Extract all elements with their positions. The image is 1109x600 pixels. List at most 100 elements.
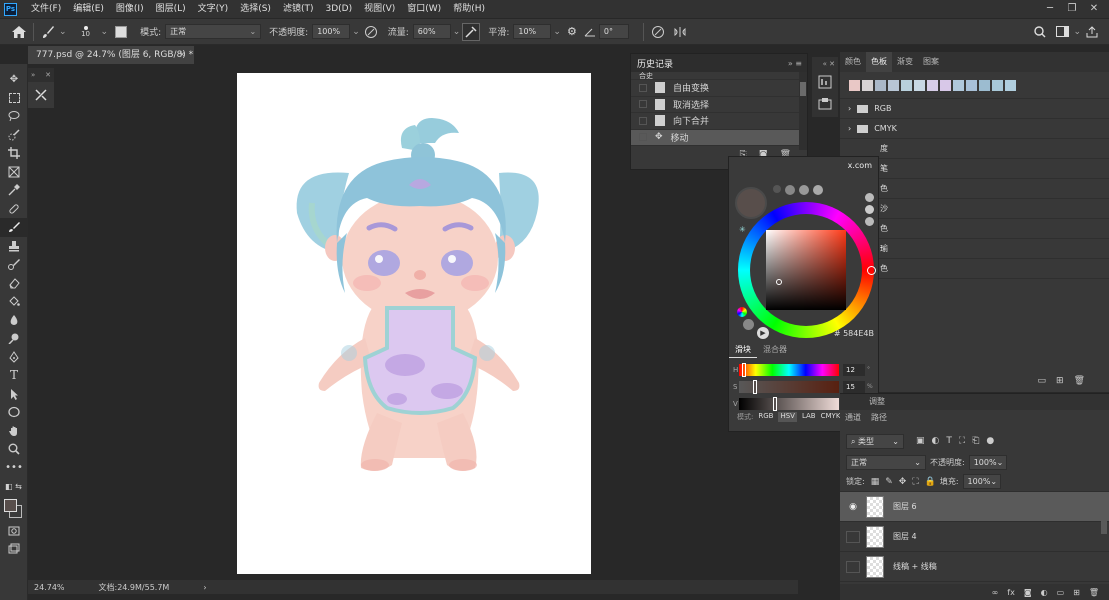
swatch[interactable] [901, 80, 912, 91]
adjustments-dock-icon[interactable] [812, 71, 838, 93]
add-mask-icon[interactable]: ◙ [1024, 588, 1032, 597]
swatch-folder[interactable]: 笔 [840, 159, 1109, 179]
swatch[interactable] [979, 80, 990, 91]
status-menu-arrow[interactable]: › [203, 583, 206, 592]
history-snapshot-checkbox[interactable] [639, 100, 647, 109]
swatch-folder[interactable]: 色 [840, 219, 1109, 239]
slider-handle[interactable] [742, 362, 747, 377]
color-mode-2[interactable]: LAB [802, 412, 816, 422]
slider-value[interactable]: 15 [843, 380, 865, 393]
color-mode-3[interactable]: CMYK [821, 412, 841, 422]
wheel-mode-icon[interactable] [737, 307, 747, 317]
blur-tool-icon[interactable] [0, 311, 28, 330]
slider-handle[interactable] [772, 396, 777, 411]
pen-tool-icon[interactable] [0, 348, 28, 367]
new-group-folder-icon[interactable]: ▭ [1057, 588, 1065, 597]
history-item[interactable]: 自由变换 [631, 80, 807, 97]
delete-swatch-icon[interactable]: 🗑 [1074, 376, 1085, 386]
saturation-value-square[interactable] [766, 230, 846, 310]
document-tab[interactable]: 777.psd @ 24.7% (图层 6, RGB/8) * × [28, 46, 194, 64]
angle-field[interactable]: 0° [598, 24, 629, 39]
lasso-tool-icon[interactable] [0, 107, 28, 126]
layers-scrollbar[interactable] [1101, 494, 1107, 534]
layer-row[interactable]: 图层 4 [840, 522, 1109, 552]
tab-swatches-3[interactable]: 图案 [918, 52, 944, 72]
blend-mode-select[interactable]: 正常 ⌄ [846, 454, 926, 470]
layer-filter-select[interactable]: ⌕ 类型 ⌄ [846, 433, 904, 449]
layer-row[interactable]: 线稿 + 线稿 [840, 552, 1109, 582]
history-snapshot-checkbox[interactable] [639, 83, 647, 92]
brush-settings-icon[interactable] [112, 23, 130, 41]
slider-track[interactable] [739, 362, 839, 377]
smooth-field[interactable]: 10% [513, 24, 552, 39]
mode-select[interactable]: 正常 ⌄ [165, 24, 262, 39]
pressure-opacity-icon[interactable] [362, 23, 380, 41]
eyedropper-tool-icon[interactable] [0, 181, 28, 200]
more-tools-icon[interactable]: ••• [0, 459, 28, 478]
hue-ring[interactable] [738, 202, 876, 338]
menu-item-1[interactable]: 编辑(E) [67, 0, 110, 18]
layer-thumbnail[interactable] [866, 555, 884, 578]
ellipse-tool-icon[interactable] [0, 403, 28, 422]
paint-bucket-tool-icon[interactable] [0, 292, 28, 311]
symmetry-icon[interactable] [671, 23, 689, 41]
tab-swatches-1[interactable]: 色板 [866, 52, 892, 72]
lock-position-icon[interactable]: ✥ [899, 477, 907, 487]
swatch[interactable] [992, 80, 1003, 91]
chevron-right-icon[interactable]: › [848, 124, 851, 133]
marquee-tool-icon[interactable] [0, 89, 28, 108]
swatch[interactable] [966, 80, 977, 91]
menu-item-5[interactable]: 选择(S) [234, 0, 277, 18]
lock-all-icon[interactable]: 🔒 [925, 477, 936, 487]
filter-adjustment-icon[interactable]: ◐ [932, 436, 940, 446]
close-document-icon[interactable]: × [178, 46, 186, 64]
restore-button[interactable]: ❐ [1061, 0, 1083, 18]
sparkle-icon[interactable]: ✳ [739, 225, 746, 234]
slider-handle[interactable] [753, 379, 758, 394]
chevron-right-icon[interactable]: › [848, 104, 851, 113]
tool-preset-icon[interactable] [28, 82, 54, 108]
fx-icon[interactable]: fx [1007, 588, 1015, 597]
zoom-tool-icon[interactable] [0, 440, 28, 459]
history-item[interactable]: ✥ 移动 [631, 129, 807, 146]
filter-shape-icon[interactable]: ⛶ [959, 436, 965, 446]
artboard[interactable] [237, 73, 591, 574]
tab-channels[interactable]: 通道 [840, 408, 866, 428]
swatch-folder[interactable]: 度 [840, 139, 1109, 159]
color-mode-0[interactable]: RGB [758, 412, 773, 422]
color-mode-1[interactable]: HSV [778, 412, 797, 422]
screen-mode-icon[interactable] [0, 540, 28, 559]
search-icon[interactable] [1031, 23, 1049, 41]
color-picker-cursor[interactable] [776, 279, 782, 285]
history-item[interactable]: 取消选择 [631, 97, 807, 113]
link-layers-icon[interactable]: ∞ [992, 588, 999, 597]
layer-name[interactable]: 图层 6 [893, 501, 917, 512]
close-icon[interactable]: ✕ [45, 71, 51, 79]
history-snapshot-checkbox[interactable] [639, 133, 647, 142]
swatch-folder[interactable]: › CMYK [840, 119, 1109, 139]
swatch[interactable] [849, 80, 860, 91]
lock-artboard-icon[interactable]: ⛶ [912, 477, 918, 487]
swatch[interactable] [888, 80, 899, 91]
panel-menu-icon[interactable]: » ≡ [788, 59, 802, 68]
brush-size-preset[interactable]: 10 [75, 25, 97, 38]
color-tab-0[interactable]: 滑块 [729, 343, 757, 358]
home-icon[interactable] [10, 23, 28, 41]
swatch[interactable] [862, 80, 873, 91]
new-swatch-icon[interactable]: ⊞ [1056, 376, 1064, 386]
layer-name[interactable]: 线稿 + 线稿 [893, 561, 937, 572]
menu-item-8[interactable]: 视图(V) [358, 0, 401, 18]
airbrush-icon[interactable] [462, 22, 481, 41]
swatch-folder[interactable]: 色 [840, 179, 1109, 199]
crop-tool-icon[interactable] [0, 144, 28, 163]
clone-stamp-tool-icon[interactable] [0, 237, 28, 256]
swatch-folder[interactable]: › RGB [840, 99, 1109, 119]
slider-track[interactable] [739, 379, 839, 394]
path-select-tool-icon[interactable] [0, 385, 28, 404]
swatch[interactable] [914, 80, 925, 91]
close-window-button[interactable]: ✕ [1083, 0, 1105, 18]
new-layer-icon[interactable]: ⊞ [1073, 588, 1080, 597]
eye-icon[interactable] [846, 560, 860, 573]
layer-thumbnail[interactable] [866, 525, 884, 548]
wheel-option-icon[interactable] [743, 319, 754, 330]
